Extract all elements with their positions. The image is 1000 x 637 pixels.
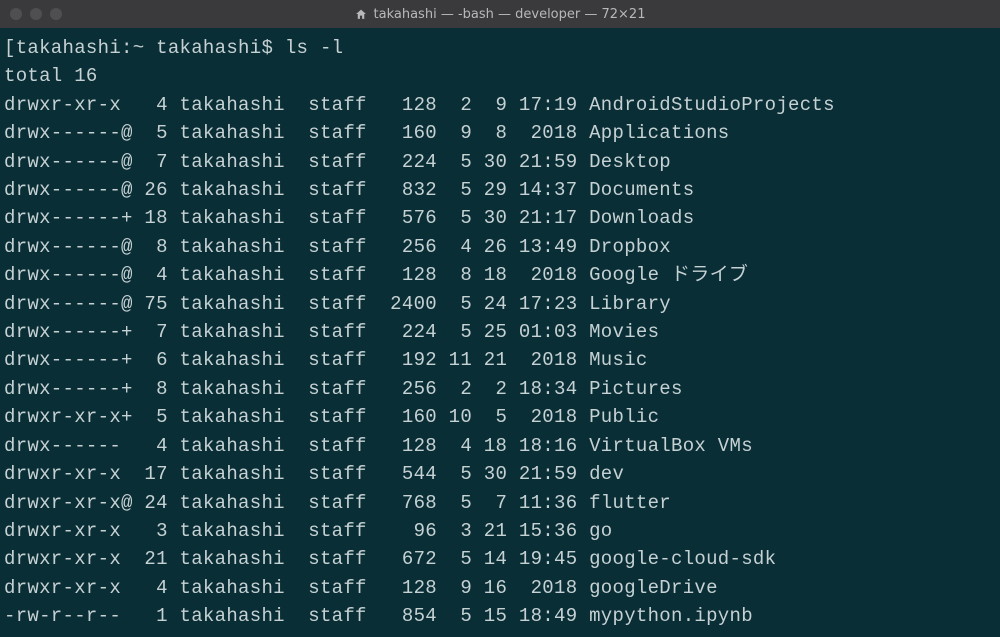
ls-row: drwx------@ 75 takahashi staff 2400 5 24… xyxy=(4,290,996,318)
window-title-text: takahashi — -bash — developer — 72×21 xyxy=(374,7,646,22)
terminal-output[interactable]: [takahashi:~ takahashi$ ls -l total 16 d… xyxy=(0,28,1000,637)
ls-row: drwx------@ 8 takahashi staff 256 4 26 1… xyxy=(4,233,996,261)
ls-row: drwxr-xr-x 3 takahashi staff 96 3 21 15:… xyxy=(4,517,996,545)
ls-row: drwxr-xr-x 4 takahashi staff 128 9 16 20… xyxy=(4,574,996,602)
minimize-button[interactable] xyxy=(30,8,42,20)
prompt-host: [takahashi:~ takahashi$ xyxy=(4,37,273,59)
prompt-command: ls -l xyxy=(285,37,344,59)
ls-row: drwx------@ 4 takahashi staff 128 8 18 2… xyxy=(4,261,996,289)
ls-row: drwxr-xr-x+ 5 takahashi staff 160 10 5 2… xyxy=(4,403,996,431)
ls-row: -rw-r--r-- 1 takahashi staff 854 5 15 18… xyxy=(4,602,996,630)
home-icon xyxy=(355,8,368,21)
window-controls xyxy=(10,8,62,20)
maximize-button[interactable] xyxy=(50,8,62,20)
titlebar: takahashi — -bash — developer — 72×21 xyxy=(0,0,1000,28)
ls-row: drwxr-xr-x@ 24 takahashi staff 768 5 7 1… xyxy=(4,489,996,517)
prompt-line: [takahashi:~ takahashi$ ls -l xyxy=(4,34,996,62)
ls-row: drwxr-xr-x 17 takahashi staff 544 5 30 2… xyxy=(4,460,996,488)
ls-row: drwx------ 4 takahashi staff 128 4 18 18… xyxy=(4,432,996,460)
ls-row: drwxr-xr-x 4 takahashi staff 128 2 9 17:… xyxy=(4,91,996,119)
total-line: total 16 xyxy=(4,62,996,90)
ls-row: drwx------+ 18 takahashi staff 576 5 30 … xyxy=(4,204,996,232)
ls-row: drwx------@ 26 takahashi staff 832 5 29 … xyxy=(4,176,996,204)
ls-row: drwxr-xr-x 21 takahashi staff 672 5 14 1… xyxy=(4,545,996,573)
ls-row: drwx------@ 7 takahashi staff 224 5 30 2… xyxy=(4,148,996,176)
ls-row: drwx------+ 7 takahashi staff 224 5 25 0… xyxy=(4,318,996,346)
ls-row: drwx------+ 8 takahashi staff 256 2 2 18… xyxy=(4,375,996,403)
close-button[interactable] xyxy=(10,8,22,20)
ls-row: drwx------@ 5 takahashi staff 160 9 8 20… xyxy=(4,119,996,147)
ls-listing: drwxr-xr-x 4 takahashi staff 128 2 9 17:… xyxy=(4,91,996,631)
ls-row: drwx------+ 6 takahashi staff 192 11 21 … xyxy=(4,346,996,374)
window-title: takahashi — -bash — developer — 72×21 xyxy=(355,7,646,22)
